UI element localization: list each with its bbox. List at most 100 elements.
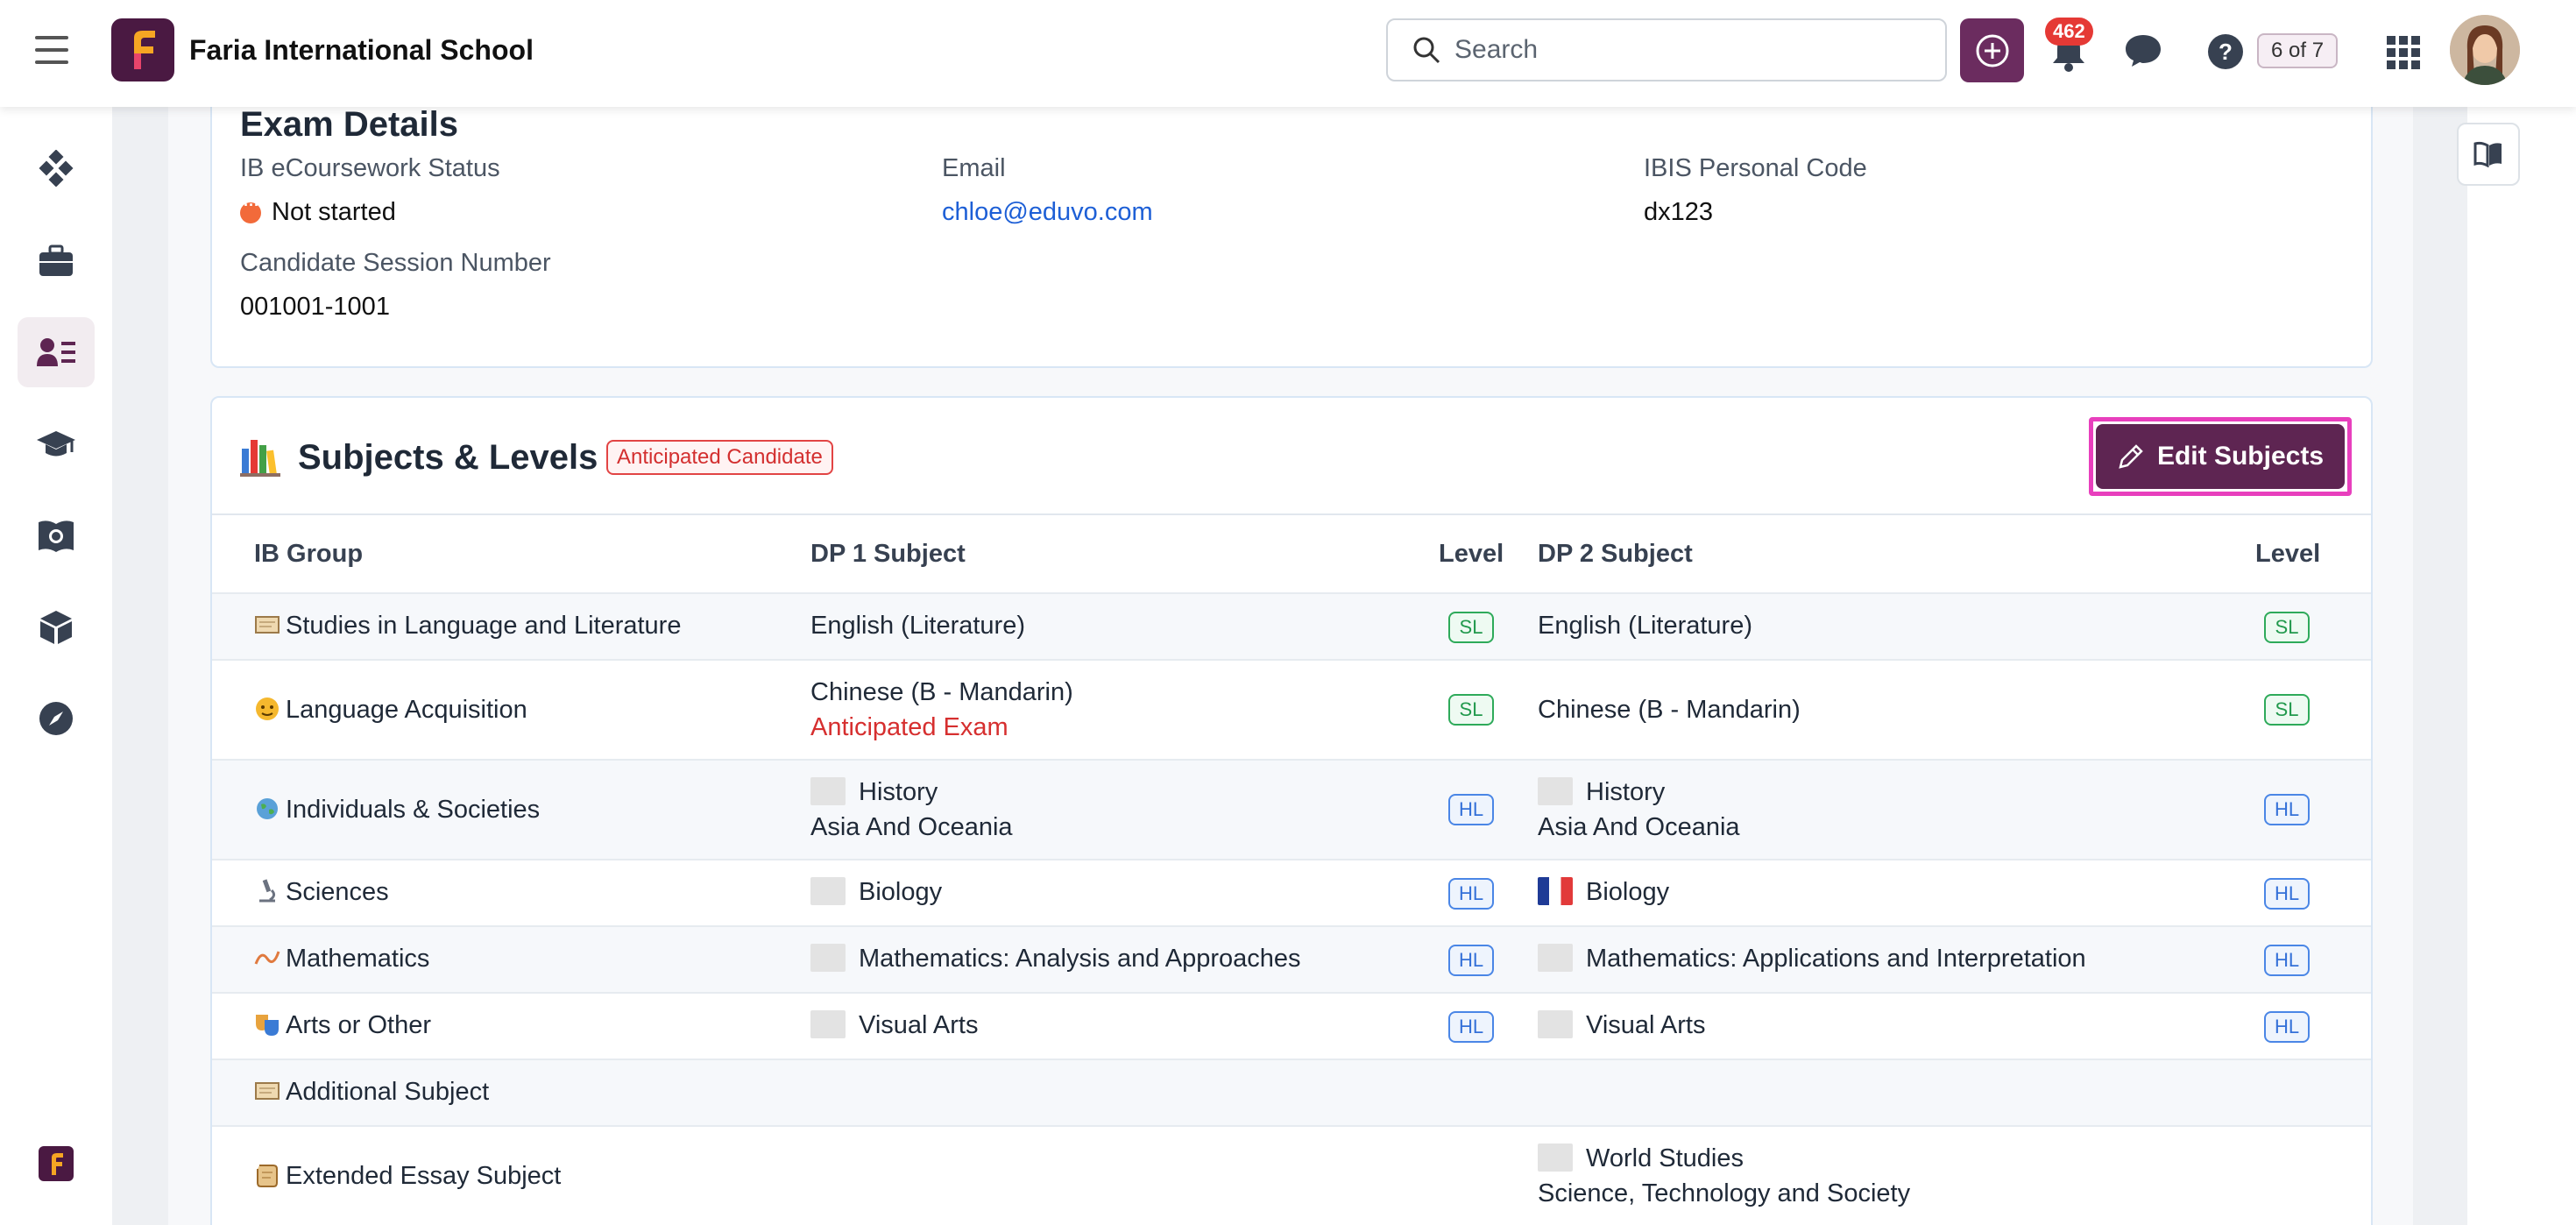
dp2-subject: Mathematics: Applications and Interpreta… <box>1538 941 2086 976</box>
dp2-subject-label: World Studies <box>1586 1144 1744 1172</box>
chat-icon[interactable] <box>2124 33 2162 73</box>
flag-placeholder-icon <box>810 777 846 805</box>
menu-icon[interactable] <box>35 36 68 67</box>
dp2-subject-option: Science, Technology and Society <box>1538 1179 1911 1207</box>
france-flag-icon <box>1538 877 1573 905</box>
edit-subjects-button[interactable]: Edit Subjects <box>2096 424 2345 489</box>
user-avatar[interactable] <box>2450 15 2520 85</box>
search-box[interactable] <box>1386 18 1947 81</box>
ibis-code-label: IBIS Personal Code <box>1644 154 1867 182</box>
sidebar-item-academics[interactable] <box>18 410 95 480</box>
session-number-value: 001001-1001 <box>240 293 390 321</box>
dp1-subject: Visual Arts <box>810 1008 978 1043</box>
level-badge-dp1: HL <box>1448 1011 1494 1043</box>
ib-group-cell: Arts or Other <box>254 1008 431 1043</box>
diamond-grid-icon <box>39 150 74 187</box>
sidebar-item-dashboard[interactable] <box>18 133 95 203</box>
dp2-subject: Biology <box>1538 874 1669 910</box>
briefcase-icon <box>39 244 73 276</box>
sidebar-item-curriculum[interactable] <box>18 501 95 571</box>
apps-grid-icon[interactable] <box>2387 36 2420 74</box>
search-icon <box>1413 37 1440 64</box>
level-badge-dp1: HL <box>1448 794 1494 825</box>
column-header-level-dp1: Level <box>1439 540 1504 568</box>
level-badge-dp1: HL <box>1448 945 1494 976</box>
session-number-label: Candidate Session Number <box>240 249 551 277</box>
ib-group-cell: Language Acquisition <box>254 692 527 727</box>
dp1-subject: Mathematics: Analysis and Approaches <box>810 941 1301 976</box>
level-badge-dp2: SL <box>2264 612 2310 643</box>
table-row: Individuals & Societies History Asia And… <box>212 759 2371 859</box>
exam-details-title: Exam Details <box>240 105 459 144</box>
add-button[interactable] <box>1960 18 2024 82</box>
search-input[interactable] <box>1454 35 1910 65</box>
level-badge-dp2: SL <box>2264 694 2310 726</box>
dp2-subject-label: Mathematics: Applications and Interpreta… <box>1586 945 2086 973</box>
dp2-subject-option: Asia And Oceania <box>1538 813 1740 841</box>
dp2-subject: Chinese (B - Mandarin) <box>1538 696 1801 724</box>
sidebar-item-students[interactable] <box>18 317 95 387</box>
dp2-subject-label: History <box>1586 778 1666 806</box>
level-badge-dp1: HL <box>1448 878 1494 910</box>
exam-details-card: Exam Details IB eCoursework Status Not s… <box>210 88 2373 368</box>
dp1-subject-label: Visual Arts <box>859 1011 979 1039</box>
column-header-level-dp2: Level <box>2255 540 2321 568</box>
sidebar-item-briefcase[interactable] <box>18 226 95 296</box>
subjects-levels-card: Subjects & Levels Anticipated Candidate … <box>210 396 2373 1225</box>
school-name[interactable]: Faria International School <box>189 34 534 67</box>
top-bar: Faria International School 462 ? 6 of 7 <box>0 0 2576 107</box>
scroll-icon <box>254 612 280 638</box>
level-badge-dp2: HL <box>2264 794 2310 825</box>
ib-group-cell: Additional Subject <box>254 1074 489 1109</box>
dp1-subject: Chinese (B - Mandarin) <box>810 678 1073 706</box>
progress-indicator[interactable]: 6 of 7 <box>2257 33 2339 68</box>
dp1-subject-label: History <box>859 778 938 806</box>
sidebar-item-explore[interactable] <box>18 683 95 754</box>
flag-placeholder-icon <box>1538 944 1573 972</box>
app-logo-icon[interactable] <box>39 1146 74 1181</box>
ib-group-label: Language Acquisition <box>286 696 527 724</box>
flag-placeholder-icon <box>810 1010 846 1038</box>
notification-count-badge[interactable]: 462 <box>2045 18 2093 46</box>
subjects-title: Subjects & Levels <box>298 438 598 477</box>
ib-group-cell: Individuals & Societies <box>254 792 540 827</box>
dp2-subject-label: Biology <box>1586 878 1670 906</box>
email-link[interactable]: chloe@eduvo.com <box>942 198 1153 227</box>
book-globe-icon <box>39 520 74 552</box>
sidebar-item-resources[interactable] <box>18 592 95 662</box>
flag-placeholder-icon <box>1538 777 1573 805</box>
flag-placeholder-icon <box>1538 1144 1573 1172</box>
table-row: Language Acquisition Chinese (B - Mandar… <box>212 659 2371 759</box>
dp1-subject-label: Mathematics: Analysis and Approaches <box>859 945 1301 973</box>
ib-group-label: Extended Essay Subject <box>286 1162 562 1190</box>
status-pending-icon <box>240 196 261 223</box>
dp2-subject: World Studies <box>1538 1141 1744 1176</box>
ib-group-cell: Mathematics <box>254 941 429 976</box>
ib-group-cell: Studies in Language and Literature <box>254 608 681 643</box>
column-header-ib-group: IB Group <box>254 540 364 568</box>
guide-book-button[interactable] <box>2457 123 2520 186</box>
left-sidebar <box>0 107 112 1225</box>
subjects-header: Subjects & Levels Anticipated Candidate … <box>212 398 2371 515</box>
dp1-subject-option: Asia And Oceania <box>810 813 1013 841</box>
dp1-subject: History <box>810 775 938 810</box>
dp2-subject-label: Visual Arts <box>1586 1011 1706 1039</box>
school-logo[interactable] <box>111 18 174 81</box>
table-row: Extended Essay Subject World Studies Sci… <box>212 1125 2371 1225</box>
anticipated-candidate-badge: Anticipated Candidate <box>606 440 833 475</box>
dp1-subject: English (Literature) <box>810 612 1025 640</box>
level-badge-dp2: HL <box>2264 878 2310 910</box>
speech-face-icon <box>254 696 280 722</box>
table-row: Arts or Other Visual Arts HL Visual Arts… <box>212 992 2371 1059</box>
level-badge-dp2: HL <box>2264 1011 2310 1043</box>
cube-icon <box>40 611 72 644</box>
microscope-icon <box>254 878 280 904</box>
email-label: Email <box>942 154 1006 182</box>
column-header-dp1-subject: DP 1 Subject <box>810 540 966 568</box>
ib-group-label: Studies in Language and Literature <box>286 612 682 640</box>
ib-group-label: Individuals & Societies <box>286 796 541 824</box>
help-icon[interactable]: ? <box>2207 33 2244 74</box>
ibis-code-value: dx123 <box>1644 198 1714 226</box>
table-row: Sciences Biology HL Biology HL <box>212 859 2371 925</box>
ib-group-cell: Extended Essay Subject <box>254 1158 561 1193</box>
